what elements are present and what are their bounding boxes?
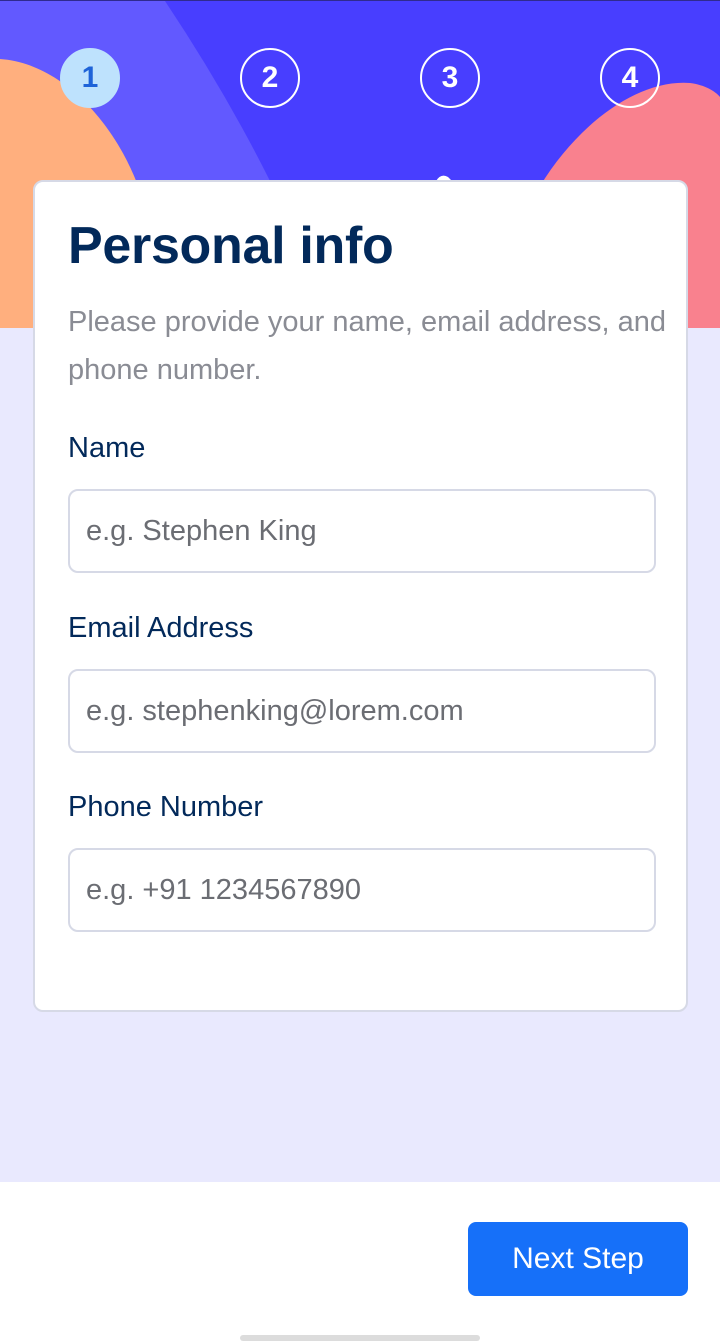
personal-info-card: Personal info Please provide your name, …	[33, 180, 688, 1012]
phone-input[interactable]	[68, 848, 656, 932]
page-title: Personal info	[68, 217, 394, 275]
next-step-button[interactable]: Next Step	[468, 1222, 688, 1296]
email-label: Email Address	[68, 612, 254, 644]
step-1[interactable]: 1	[60, 48, 120, 108]
step-4[interactable]: 4	[600, 48, 660, 108]
name-input[interactable]	[68, 489, 656, 573]
home-indicator[interactable]	[240, 1335, 480, 1341]
email-input[interactable]	[68, 669, 656, 753]
step-3[interactable]: 3	[420, 48, 480, 108]
step-2[interactable]: 2	[240, 48, 300, 108]
phone-label: Phone Number	[68, 791, 264, 823]
footer-bar: Next Step	[0, 1182, 720, 1342]
step-indicator: 1 2 3 4	[0, 48, 720, 110]
page-description: Please provide your name, email address,…	[68, 306, 667, 386]
name-label: Name	[68, 432, 146, 464]
